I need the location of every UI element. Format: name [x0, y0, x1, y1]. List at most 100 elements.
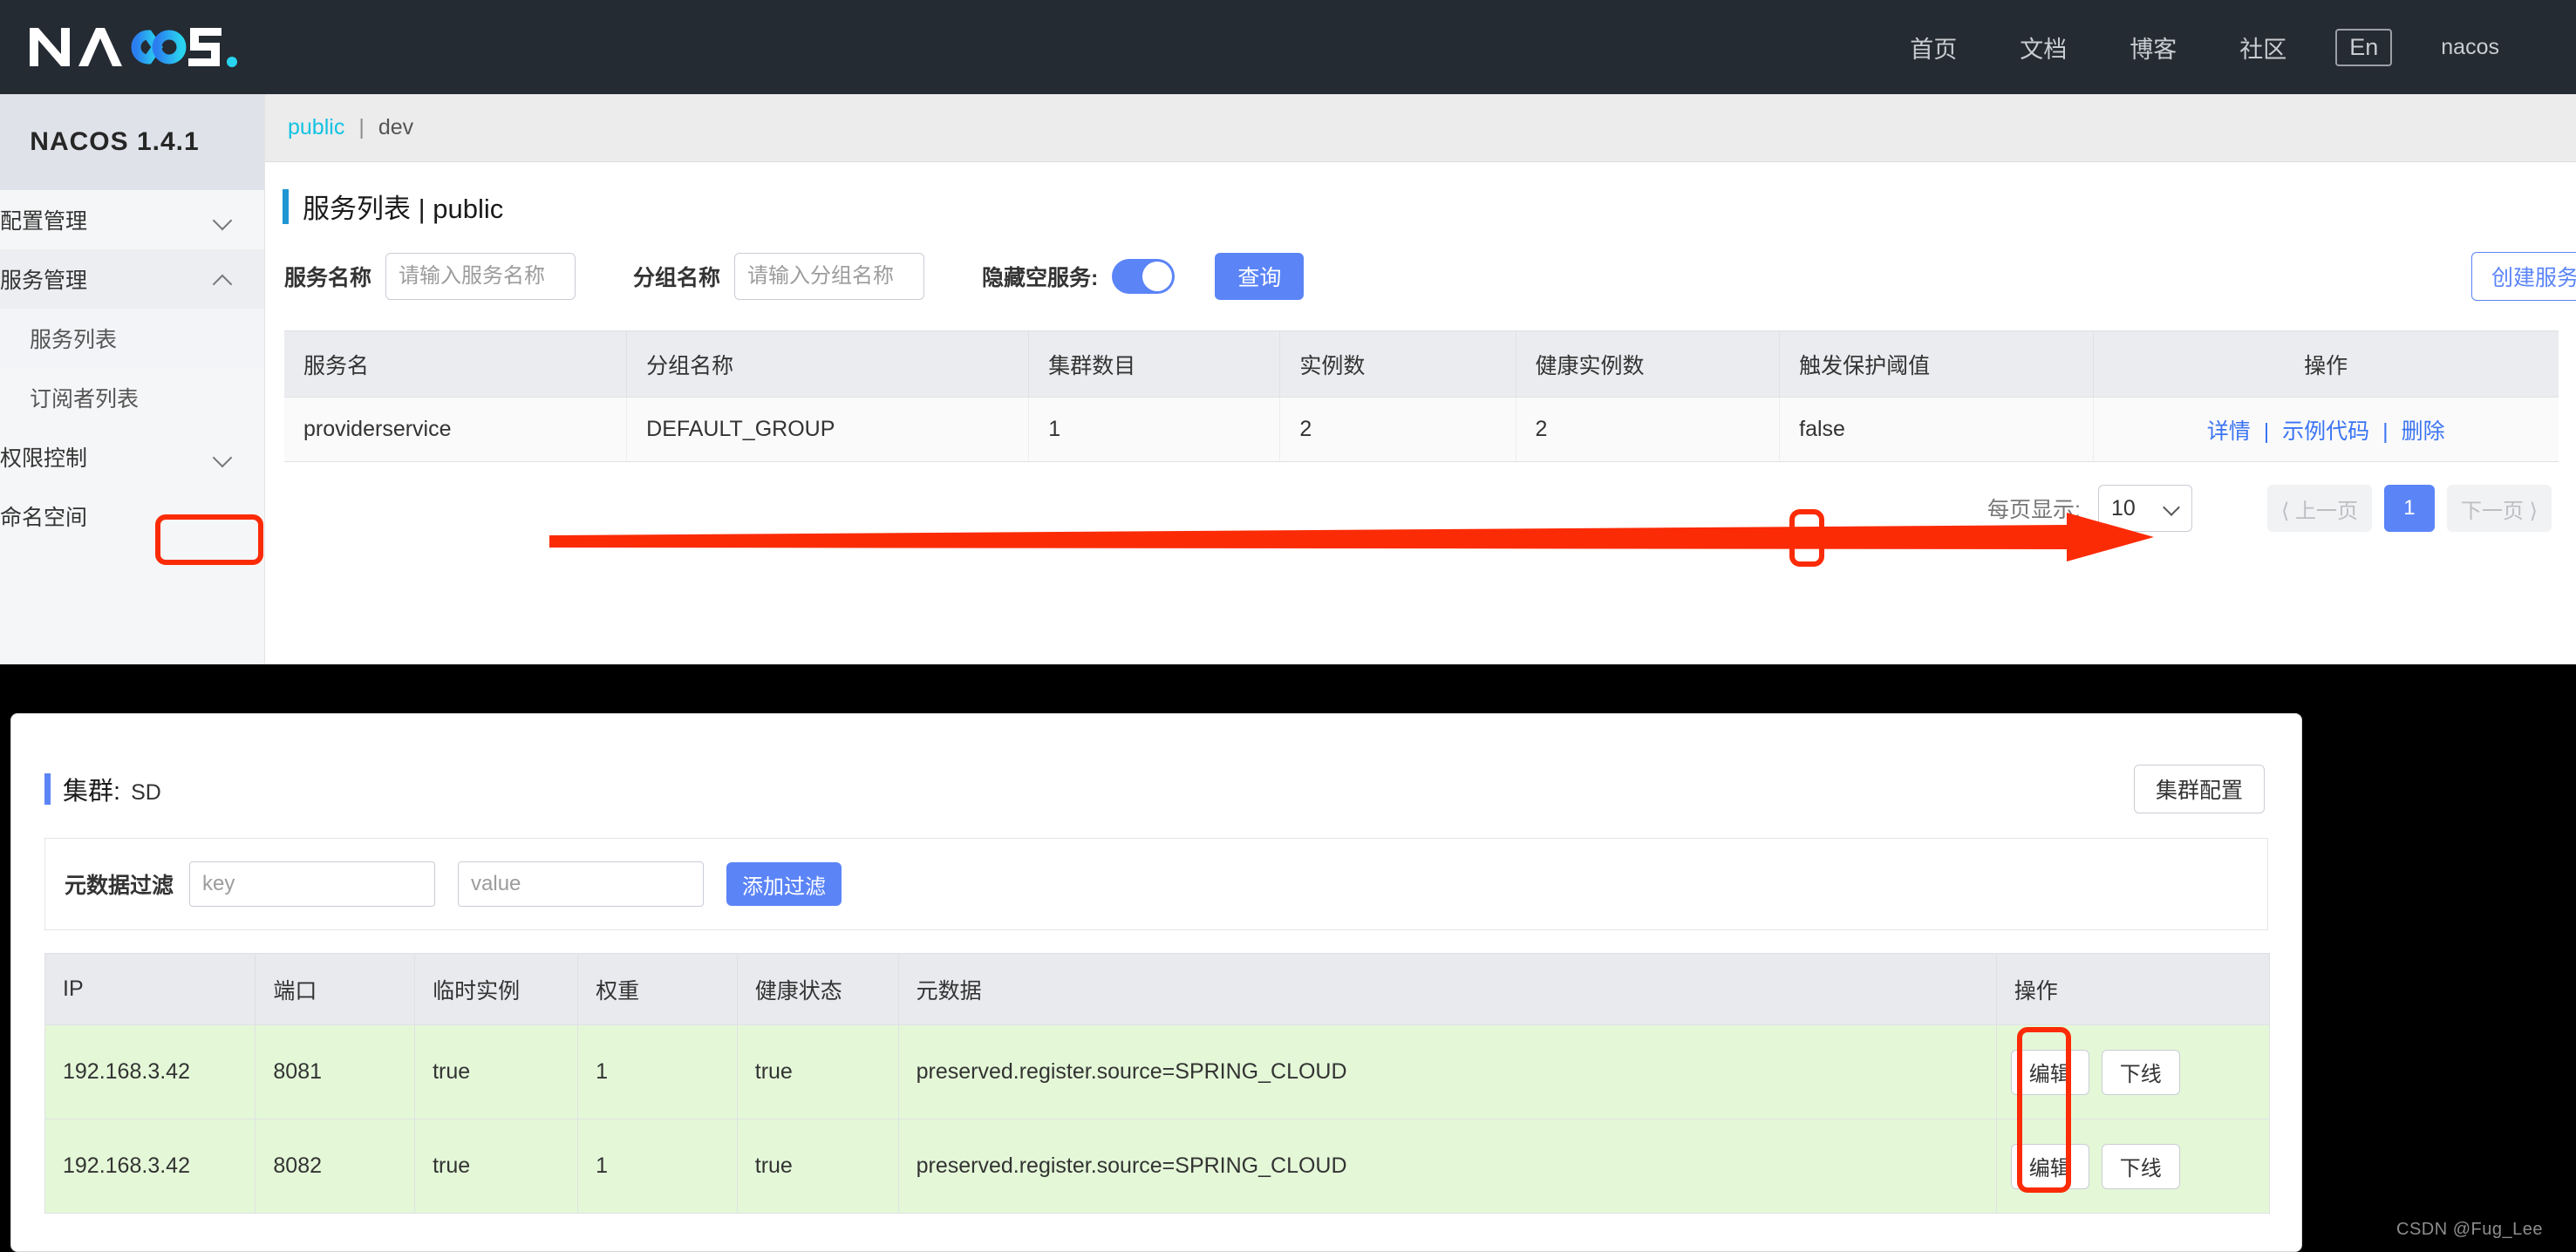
title-accent-bar [283, 188, 289, 224]
chevron-down-icon [214, 447, 233, 466]
create-service-button[interactable]: 创建服务 [2470, 252, 2576, 301]
cell-operations: 详情 | 示例代码 | 删除 [2093, 397, 2559, 462]
sidebar-subitem-label: 订阅者列表 [30, 387, 140, 412]
table-row[interactable]: 192.168.3.42 8081 true 1 true preserved.… [44, 1024, 2271, 1119]
hide-empty-service-toggle[interactable] [1112, 259, 1176, 294]
cluster-name: SD [131, 780, 161, 805]
cell-protect-threshold: false [1779, 397, 2095, 462]
detail-link[interactable]: 详情 [2207, 419, 2251, 444]
group-name-input[interactable] [734, 253, 925, 300]
cluster-header: 集群: SD 集群配置 [11, 714, 2301, 813]
offline-instance-button[interactable]: 下线 [2101, 1049, 2180, 1095]
query-button[interactable]: 查询 [1215, 253, 1305, 300]
cell-group-name: DEFAULT_GROUP [626, 397, 1030, 462]
create-service-wrap: 创建服务 [2470, 252, 2576, 301]
cell-health-status: true [736, 1024, 899, 1119]
cell-ephemeral: true [414, 1024, 579, 1119]
user-menu[interactable]: nacos [2409, 35, 2522, 60]
operations-wrap: 编辑 下线 [2010, 1143, 2268, 1189]
cell-healthy-instance-count: 2 [1516, 397, 1781, 462]
service-name-input[interactable] [385, 253, 576, 300]
nav-item-home[interactable]: 首页 [1878, 31, 1988, 65]
cluster-title: 集群: SD [44, 771, 161, 807]
offline-instance-button[interactable]: 下线 [2101, 1143, 2180, 1189]
cluster-accent-bar [44, 773, 51, 805]
column-header-operations: 操作 [1995, 953, 2271, 1025]
cell-ip: 192.168.3.42 [44, 1119, 256, 1214]
toggle-knob [1142, 262, 1173, 291]
page-title: 服务列表 | public [303, 194, 504, 224]
page-title-row: 服务列表 | public [265, 162, 2576, 226]
sidebar-item-label: 配置管理 [0, 209, 88, 234]
prev-page-button[interactable]: ⟨ 上一页 [2266, 485, 2372, 532]
column-header-healthy-instance-count: 健康实例数 [1516, 330, 1781, 398]
column-header-group-name: 分组名称 [626, 330, 1030, 398]
cell-weight: 1 [577, 1024, 738, 1119]
top-nav: 首页 文档 博客 社区 En nacos [1878, 0, 2522, 94]
cluster-label: 集群: [63, 778, 121, 806]
sidebar-subitem-label: 服务列表 [30, 328, 118, 352]
cell-port: 8081 [255, 1024, 416, 1119]
column-header-service-name: 服务名 [284, 330, 628, 398]
service-detail-dialog: 集群: SD 集群配置 元数据过滤 添加过滤 IP 端口 临时实例 [10, 713, 2302, 1252]
services-table-header-row: 服务名 分组名称 集群数目 实例数 健康实例数 触发保护阈值 操作 [284, 330, 2559, 398]
nacos-logo[interactable] [26, 16, 253, 77]
cell-metadata: preserved.register.source=SPRING_CLOUD [897, 1119, 1997, 1214]
metadata-value-input[interactable] [458, 861, 705, 907]
chevron-down-icon [2165, 501, 2179, 515]
chevron-down-icon [214, 210, 233, 229]
add-filter-button[interactable]: 添加过滤 [726, 862, 842, 906]
cell-weight: 1 [577, 1119, 738, 1214]
nacos-console-window: 首页 文档 博客 社区 En nacos NACOS 1.4.1 配置管理 服务… [0, 0, 2576, 664]
filter-toolbar: 服务名称 分组名称 隐藏空服务: 查询 创建服务 [265, 252, 2576, 301]
edit-instance-button[interactable]: 编辑 [2010, 1049, 2089, 1095]
top-header: 首页 文档 博客 社区 En nacos [0, 0, 2576, 94]
cell-ephemeral: true [414, 1119, 579, 1214]
nav-item-community[interactable]: 社区 [2208, 31, 2318, 65]
cluster-config-button[interactable]: 集群配置 [2133, 765, 2265, 813]
nav-item-docs[interactable]: 文档 [1988, 31, 2098, 65]
sidebar: NACOS 1.4.1 配置管理 服务管理 服务列表 订阅者列表 权限控制 命名… [0, 94, 265, 664]
instances-table: IP 端口 临时实例 权重 健康状态 元数据 操作 192.168.3.42 8… [44, 953, 2271, 1214]
page-1-button[interactable]: 1 [2383, 485, 2435, 532]
sample-code-link[interactable]: 示例代码 [2282, 419, 2369, 444]
sidebar-item-label: 权限控制 [0, 446, 88, 471]
table-row[interactable]: providerservice DEFAULT_GROUP 1 2 2 fals… [284, 397, 2559, 462]
metadata-key-input[interactable] [189, 861, 436, 907]
group-name-label: 分组名称 [633, 266, 721, 290]
watermark: CSDN @Fug_Lee [2396, 1220, 2543, 1239]
column-header-port: 端口 [255, 953, 416, 1025]
sidebar-item-label: 服务管理 [0, 269, 88, 293]
metadata-filter-label: 元数据过滤 [65, 874, 174, 898]
sidebar-item-config-management[interactable]: 配置管理 [0, 190, 264, 249]
table-row[interactable]: 192.168.3.42 8082 true 1 true preserved.… [44, 1119, 2271, 1214]
language-toggle-button[interactable]: En [2335, 28, 2393, 66]
column-header-instance-count: 实例数 [1279, 330, 1516, 398]
page-size-label: 每页显示: [1987, 498, 2081, 522]
sidebar-item-namespace[interactable]: 命名空间 [0, 487, 264, 546]
chevron-up-icon [214, 269, 233, 289]
column-header-ephemeral: 临时实例 [414, 953, 579, 1025]
sidebar-item-permission-control[interactable]: 权限控制 [0, 427, 264, 487]
column-header-health-status: 健康状态 [736, 953, 899, 1025]
hide-empty-service-label: 隐藏空服务: [982, 266, 1099, 290]
pagination: 每页显示: 10 ⟨ 上一页 1 下一页 ⟩ [265, 485, 2576, 532]
sidebar-item-subscriber-list[interactable]: 订阅者列表 [0, 368, 264, 427]
column-header-cluster-count: 集群数目 [1028, 330, 1281, 398]
sidebar-item-service-list[interactable]: 服务列表 [0, 309, 264, 368]
edit-instance-button[interactable]: 编辑 [2010, 1143, 2089, 1189]
cell-health-status: true [736, 1119, 899, 1214]
operations-wrap: 编辑 下线 [2010, 1049, 2268, 1095]
operations-separator: | [2263, 418, 2270, 444]
breadcrumb: public | dev [265, 94, 2576, 162]
breadcrumb-namespace-link[interactable]: public [288, 115, 344, 140]
next-page-button[interactable]: 下一页 ⟩ [2446, 485, 2552, 532]
service-name-label: 服务名称 [284, 266, 372, 290]
cell-service-name: providerservice [284, 397, 628, 462]
delete-link[interactable]: 删除 [2402, 419, 2445, 444]
nav-item-blog[interactable]: 博客 [2098, 31, 2208, 65]
instances-table-header-row: IP 端口 临时实例 权重 健康状态 元数据 操作 [44, 953, 2271, 1025]
sidebar-item-service-management[interactable]: 服务管理 [0, 249, 264, 309]
breadcrumb-separator: | [358, 115, 365, 139]
page-size-select[interactable]: 10 [2097, 485, 2192, 532]
